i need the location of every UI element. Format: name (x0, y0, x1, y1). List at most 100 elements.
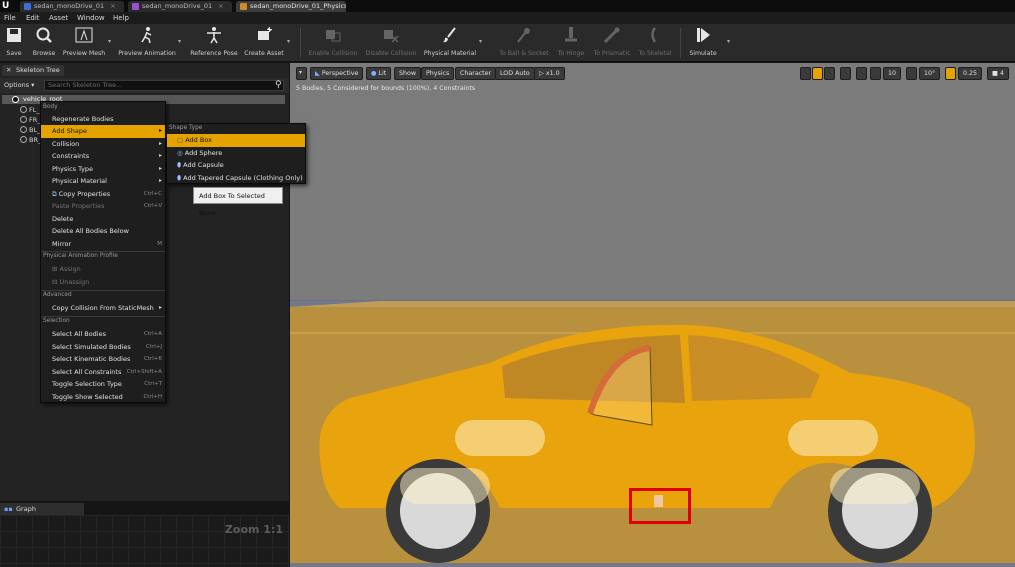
menu-item-toggle-show-selected[interactable]: Toggle Show Selected Ctrl+H (41, 391, 165, 404)
show-label: Show (399, 70, 416, 77)
surface-snap-icon[interactable] (856, 67, 867, 80)
skeleton-search-input[interactable]: Search Skeleton Tree... (44, 80, 284, 91)
perspective-button[interactable]: ◣ Perspective (310, 67, 364, 80)
preview-animation-button[interactable]: Preview Animation (117, 26, 177, 60)
skeletal-icon (651, 27, 657, 43)
menu-item-physical-material[interactable]: Physical Material ▸ (41, 175, 165, 188)
options-label: Options (4, 81, 30, 89)
rotate-icon[interactable] (812, 67, 823, 80)
t-pose-icon (207, 27, 221, 44)
menu-item-copy-collision[interactable]: Copy Collision From StaticMesh ▸ (41, 302, 165, 315)
angle-size-button[interactable]: 10° (919, 67, 941, 80)
chevron-down-icon[interactable]: ▾ (108, 38, 111, 45)
document-tab-1[interactable]: sedan_monoDrive_01 × (20, 1, 124, 12)
menu-item-copy-properties[interactable]: ⧉ Copy Properties Ctrl+C (41, 188, 165, 201)
menu-window[interactable]: Window (77, 12, 105, 24)
body-icon (20, 106, 27, 113)
menu-item-add-sphere[interactable]: ◎ Add Sphere (167, 147, 305, 160)
grid-size-button[interactable]: 10 (883, 67, 902, 80)
character-button[interactable]: Character (455, 67, 497, 80)
shortcut-label: Ctrl+A (143, 331, 162, 337)
reference-pose-button[interactable]: Reference Pose (189, 26, 239, 60)
chevron-down-icon[interactable]: ▾ (479, 38, 482, 45)
menu-item-physics-type[interactable]: Physics Type ▸ (41, 163, 165, 176)
menu-help[interactable]: Help (113, 12, 129, 24)
chevron-down-icon[interactable]: ▾ (178, 38, 181, 45)
tree-item-fr[interactable]: FR_ (20, 116, 41, 124)
menu-item-add-box[interactable]: ▢ Add Box (167, 134, 305, 147)
search-icon[interactable]: ⚲ (275, 80, 282, 90)
menu-item-add-capsule[interactable]: ⬮ Add Capsule (167, 159, 305, 172)
menu-item-toggle-selection-type[interactable]: Toggle Selection Type Ctrl+T (41, 378, 165, 391)
show-button[interactable]: Show (394, 67, 421, 80)
menu-item-regenerate-bodies[interactable]: Regenerate Bodies (41, 113, 165, 126)
graph-tab[interactable]: ▪▪ Graph (0, 503, 84, 515)
browse-button[interactable]: Browse (30, 26, 58, 60)
options-dropdown[interactable]: Options ▾ (4, 81, 34, 89)
scale-snap-icon[interactable] (945, 67, 956, 80)
tree-item-fl[interactable]: FL_ (20, 106, 40, 114)
close-icon[interactable]: × (218, 2, 223, 10)
close-icon[interactable]: × (110, 2, 115, 10)
document-tab-3[interactable]: sedan_monoDrive_01_PhysicsAsset (236, 1, 346, 12)
menu-item-mirror[interactable]: Mirror M (41, 238, 165, 251)
grid-snap-icon[interactable] (870, 67, 881, 80)
camera-speed-button[interactable]: ■ 4 (987, 67, 1009, 80)
chevron-down-icon[interactable]: ▾ (287, 38, 290, 45)
menu-item-select-kinematic[interactable]: Select Kinematic Bodies Ctrl+K (41, 353, 165, 366)
skeletal-mesh-icon (24, 3, 31, 10)
save-button[interactable]: Save (3, 26, 25, 60)
preview-mesh-button[interactable]: Preview Mesh (61, 26, 107, 60)
viewport-menu-button[interactable]: ▾ (296, 67, 307, 80)
scale-size-button[interactable]: 0.25 (958, 67, 983, 80)
menu-item-select-all-bodies[interactable]: Select All Bodies Ctrl+A (41, 328, 165, 341)
document-tab-2[interactable]: sedan_monoDrive_01 × (128, 1, 232, 12)
physics-label: Physics (426, 70, 450, 77)
to-skeletal-label: To Skeletal (638, 50, 672, 57)
scale-icon[interactable] (824, 67, 835, 80)
to-ball-socket-button[interactable]: To Ball & Socket (497, 26, 551, 60)
menu-item-constraints[interactable]: Constraints ▸ (41, 150, 165, 163)
collision-enable-icon (326, 30, 341, 42)
menu-item-paste-properties[interactable]: Paste Properties Ctrl+V (41, 200, 165, 213)
menu-asset[interactable]: Asset (49, 12, 68, 24)
sphere-icon: ● (371, 70, 379, 77)
body-icon (20, 126, 27, 133)
chevron-down-icon[interactable]: ▾ (727, 38, 730, 45)
to-hinge-button[interactable]: To Hinge (554, 26, 588, 60)
disable-collision-button[interactable]: Disable Collision (363, 26, 419, 60)
menu-item-select-simulated[interactable]: Select Simulated Bodies Ctrl+J (41, 341, 165, 354)
menu-item-label: Add Sphere (184, 148, 223, 157)
play-icon: ▷ (539, 70, 546, 77)
camera-icon: ■ (992, 70, 1000, 77)
skeleton-tree-tab[interactable]: ✕ Skeleton Tree (2, 65, 64, 76)
menu-item-delete-all-below[interactable]: Delete All Bodies Below (41, 225, 165, 238)
menu-file[interactable]: File (4, 12, 16, 24)
menu-item-unassign[interactable]: ⊟ Unassign (41, 276, 165, 289)
to-prismatic-button[interactable]: To Prismatic (590, 26, 634, 60)
paintbrush-icon (443, 27, 456, 43)
graph-panel[interactable]: Zoom 1:1 (0, 515, 289, 567)
enable-collision-button[interactable]: Enable Collision (306, 26, 360, 60)
menu-item-add-shape[interactable]: Add Shape ▸ (41, 125, 165, 138)
translate-icon[interactable] (800, 67, 811, 80)
lit-button[interactable]: ● Lit (366, 67, 392, 80)
shortcut-label: Ctrl+T (144, 381, 162, 387)
menu-item-label: Constraints (52, 152, 90, 160)
physical-material-button[interactable]: Physical Material (422, 26, 478, 60)
menu-item-assign[interactable]: ⊞ Assign (41, 263, 165, 276)
to-skeletal-button[interactable]: To Skeletal (636, 26, 674, 60)
lod-button[interactable]: LOD Auto (495, 67, 535, 80)
menu-item-delete[interactable]: Delete (41, 213, 165, 226)
speed-button[interactable]: ▷ x1.0 (534, 67, 565, 80)
menu-item-add-tapered-capsule[interactable]: ⬮ Add Tapered Capsule (Clothing Only) (167, 172, 305, 185)
menu-edit[interactable]: Edit (26, 12, 40, 24)
angle-snap-icon[interactable] (906, 67, 917, 80)
create-asset-button[interactable]: Create Asset (243, 26, 285, 60)
menu-item-select-all-constraints[interactable]: Select All Constraints Ctrl+Shift+A (41, 366, 165, 379)
physics-button[interactable]: Physics (421, 67, 455, 80)
world-local-icon[interactable] (840, 67, 851, 80)
tree-item-bl[interactable]: BL_ (20, 126, 40, 134)
menu-item-collision[interactable]: Collision ▸ (41, 138, 165, 151)
simulate-button[interactable]: Simulate (686, 26, 720, 60)
